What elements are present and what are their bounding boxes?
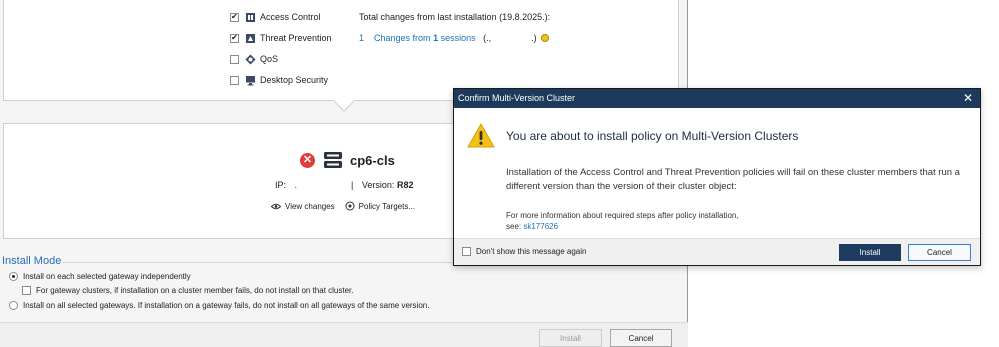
install-mode-heading: Install Mode bbox=[2, 255, 62, 267]
blade-access-control[interactable]: ✔ Access Control bbox=[230, 10, 321, 24]
install-all-radio[interactable] bbox=[9, 301, 18, 310]
panel-button-bar: Install Cancel bbox=[0, 322, 688, 347]
blade-label: Access Control bbox=[260, 12, 321, 22]
blade-label: Desktop Security bbox=[260, 75, 329, 85]
changes-summary: 1 Changes from 1 sessions (.,.) bbox=[359, 33, 550, 43]
qos-checkbox[interactable] bbox=[230, 54, 239, 64]
desktop-security-icon bbox=[246, 75, 255, 85]
threat-prevention-checkbox[interactable]: ✔ bbox=[230, 33, 239, 43]
cluster-gateway-icon bbox=[324, 152, 342, 168]
warning-icon bbox=[467, 123, 495, 148]
policy-blades-box: ✔ Access Control ✔ Threat Prevention QoS bbox=[3, 0, 679, 101]
install-independently-radio[interactable] bbox=[9, 272, 18, 281]
gateway-header: ✕ cp6-cls bbox=[300, 151, 395, 169]
selection-pointer bbox=[333, 100, 355, 112]
policy-targets-link[interactable]: Policy Targets... bbox=[345, 201, 415, 211]
install-independently-option[interactable]: Install on each selected gateway indepen… bbox=[9, 272, 191, 281]
policy-targets-icon bbox=[345, 201, 355, 211]
dialog-title: Confirm Multi-Version Cluster bbox=[458, 93, 576, 103]
version-value: R82 bbox=[396, 180, 414, 190]
details-separator: | bbox=[351, 180, 354, 190]
access-control-checkbox[interactable]: ✔ bbox=[230, 12, 239, 22]
blade-label: QoS bbox=[260, 54, 279, 64]
threat-prevention-icon bbox=[246, 33, 255, 43]
ip-value: . bbox=[294, 180, 298, 190]
desktop-security-checkbox[interactable] bbox=[230, 75, 239, 85]
confirm-multi-version-cluster-dialog: Confirm Multi-Version Cluster ✕ You are … bbox=[453, 88, 981, 266]
dialog-message: Installation of the Access Control and T… bbox=[506, 167, 960, 192]
blade-threat-prevention[interactable]: ✔ Threat Prevention bbox=[230, 31, 332, 45]
error-status-icon: ✕ bbox=[300, 152, 315, 168]
dont-show-again-checkbox[interactable] bbox=[462, 247, 471, 256]
dialog-cancel-button[interactable]: Cancel bbox=[908, 244, 971, 261]
sk-article-link[interactable]: sk177626 bbox=[523, 222, 558, 231]
install-button[interactable]: Install bbox=[539, 329, 602, 347]
gateway-actions: View changes Policy Targets... bbox=[271, 201, 415, 211]
blade-label: Threat Prevention bbox=[260, 33, 332, 43]
version-label: Version: bbox=[361, 180, 395, 190]
total-changes-title: Total changes from last installation (19… bbox=[359, 12, 551, 22]
screen: ✔ Access Control ✔ Threat Prevention QoS bbox=[0, 0, 999, 347]
dialog-titlebar[interactable]: Confirm Multi-Version Cluster ✕ bbox=[454, 89, 980, 108]
lightbulb-icon[interactable] bbox=[541, 34, 550, 42]
blade-qos[interactable]: QoS bbox=[230, 52, 278, 66]
cluster-member-option[interactable]: For gateway clusters, if installation on… bbox=[22, 286, 353, 295]
dialog-install-button[interactable]: Install bbox=[839, 244, 901, 261]
gateway-name: cp6-cls bbox=[350, 152, 395, 168]
blade-desktop-security[interactable]: Desktop Security bbox=[230, 73, 328, 87]
gateway-details: IP: . | Version: R82 bbox=[275, 180, 413, 190]
ip-label: IP: bbox=[275, 180, 287, 190]
cancel-button[interactable]: Cancel bbox=[610, 329, 672, 347]
close-icon[interactable]: ✕ bbox=[962, 91, 974, 105]
install-all-option[interactable]: Install on all selected gateways. If ins… bbox=[9, 301, 429, 310]
dialog-info: For more information about required step… bbox=[506, 210, 739, 232]
access-control-icon bbox=[246, 12, 255, 22]
changes-link[interactable]: Changes from 1 sessions bbox=[374, 33, 476, 43]
dialog-heading: You are about to install policy on Multi… bbox=[506, 129, 799, 143]
eye-icon bbox=[271, 203, 281, 209]
session-owner: (., bbox=[483, 33, 492, 43]
changes-count: 1 bbox=[359, 33, 365, 43]
qos-icon bbox=[245, 54, 256, 64]
cluster-member-checkbox[interactable] bbox=[22, 286, 31, 295]
info-see-label: see: bbox=[506, 222, 522, 231]
view-changes-link[interactable]: View changes bbox=[271, 201, 335, 211]
dialog-footer: Don't show this message again Install Ca… bbox=[454, 238, 980, 265]
info-text: For more information about required step… bbox=[506, 211, 739, 220]
dont-show-again-option[interactable]: Don't show this message again bbox=[462, 247, 586, 256]
